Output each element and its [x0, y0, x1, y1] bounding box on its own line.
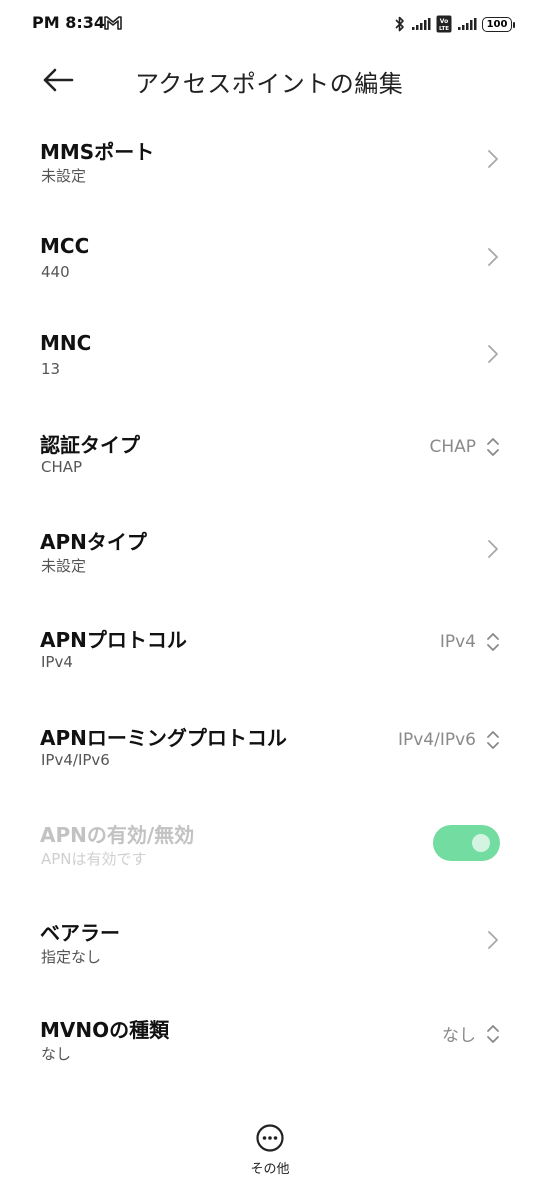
battery-icon: 100 — [482, 16, 515, 32]
chevron-up-down-icon — [487, 633, 499, 651]
setting-apn-roaming-protocol[interactable]: APNローミングプロトコル IPv4/IPv6 IPv4/IPv6 — [0, 696, 540, 794]
signal-icon — [412, 18, 431, 30]
toggle-knob — [472, 834, 490, 853]
setting-value: IPv4 — [439, 631, 476, 652]
setting-subtitle: なし — [41, 1045, 72, 1064]
more-label: その他 — [250, 1162, 290, 1177]
setting-title: MCC — [40, 233, 90, 258]
status-time: PM 8:34 — [32, 13, 106, 32]
page-title: アクセスポイントの編集 — [135, 70, 404, 98]
apn-enable-toggle[interactable] — [433, 825, 500, 862]
setting-title: APNタイプ — [40, 530, 147, 555]
setting-subtitle: 13 — [41, 360, 61, 379]
status-icons: Vo LTE 100 — [394, 14, 515, 34]
bluetooth-icon — [395, 16, 404, 32]
setting-mcc[interactable]: MCC 440 — [0, 208, 540, 306]
chevron-right-icon — [488, 247, 498, 266]
chevron-right-icon — [488, 930, 498, 949]
setting-title: MNC — [40, 331, 92, 356]
setting-title: APNプロトコル — [40, 627, 187, 652]
setting-apn-type[interactable]: APNタイプ 未設定 — [0, 500, 540, 598]
setting-subtitle: IPv4/IPv6 — [41, 750, 110, 769]
setting-title: ベアラー — [40, 920, 120, 945]
svg-text:Vo: Vo — [440, 18, 448, 25]
setting-subtitle: APNは有効です — [41, 850, 147, 869]
gmail-icon — [104, 16, 122, 30]
setting-subtitle: 指定なし — [41, 947, 102, 966]
signal-icon — [458, 18, 477, 30]
setting-auth-type[interactable]: 認証タイプ CHAP CHAP — [0, 403, 540, 501]
setting-title: 認証タイプ — [40, 432, 140, 457]
status-bar: PM 8:34 Vo LTE 100 — [0, 0, 540, 48]
auth-type-select[interactable]: CHAP — [429, 436, 500, 458]
chevron-right-icon — [488, 540, 498, 559]
settings-list: MMSポート 未設定 MCC 440 MNC 13 認証タイプ CHAP CHA… — [0, 110, 540, 1086]
chevron-up-down-icon — [487, 1024, 499, 1043]
back-button[interactable] — [36, 62, 80, 98]
volte-icon: Vo LTE — [436, 15, 452, 33]
chevron-right-icon — [488, 150, 498, 168]
setting-mvno-type[interactable]: MVNOの種類 なし なし — [0, 988, 540, 1086]
svg-text:LTE: LTE — [439, 26, 449, 32]
setting-subtitle: 未設定 — [41, 557, 87, 576]
apn-roaming-protocol-select[interactable]: IPv4/IPv6 — [398, 729, 500, 751]
setting-title: APNローミングプロトコル — [40, 725, 287, 750]
setting-subtitle: 440 — [41, 262, 70, 281]
chevron-up-down-icon — [487, 730, 499, 749]
setting-bearer[interactable]: ベアラー 指定なし — [0, 891, 540, 989]
setting-apn-protocol[interactable]: APNプロトコル IPv4 IPv4 — [0, 598, 540, 696]
setting-title: MMSポート — [40, 140, 155, 164]
more-button[interactable]: その他 — [240, 1120, 300, 1180]
setting-mnc[interactable]: MNC 13 — [0, 305, 540, 403]
apn-protocol-select[interactable]: IPv4 — [440, 631, 500, 653]
chevron-right-icon — [488, 345, 498, 364]
more-dots-icon — [256, 1124, 284, 1152]
chevron-up-down-icon — [487, 437, 499, 456]
setting-subtitle: IPv4 — [41, 652, 73, 671]
setting-subtitle: 未設定 — [41, 167, 87, 185]
setting-title: MVNOの種類 — [40, 1018, 170, 1043]
setting-value: CHAP — [429, 436, 476, 457]
mvno-type-select[interactable]: なし — [442, 1021, 500, 1046]
app-header: アクセスポイントの編集 — [0, 48, 540, 112]
arrow-left-icon — [43, 68, 74, 92]
setting-apn-enable: APNの有効/無効 APNは有効です — [0, 793, 540, 891]
setting-value: なし — [442, 1026, 476, 1047]
setting-title: APNの有効/無効 — [40, 823, 195, 848]
setting-mms-port[interactable]: MMSポート 未設定 — [0, 110, 540, 208]
setting-value: IPv4/IPv6 — [397, 729, 476, 750]
battery-level: 100 — [486, 18, 508, 30]
setting-subtitle: CHAP — [41, 457, 83, 476]
